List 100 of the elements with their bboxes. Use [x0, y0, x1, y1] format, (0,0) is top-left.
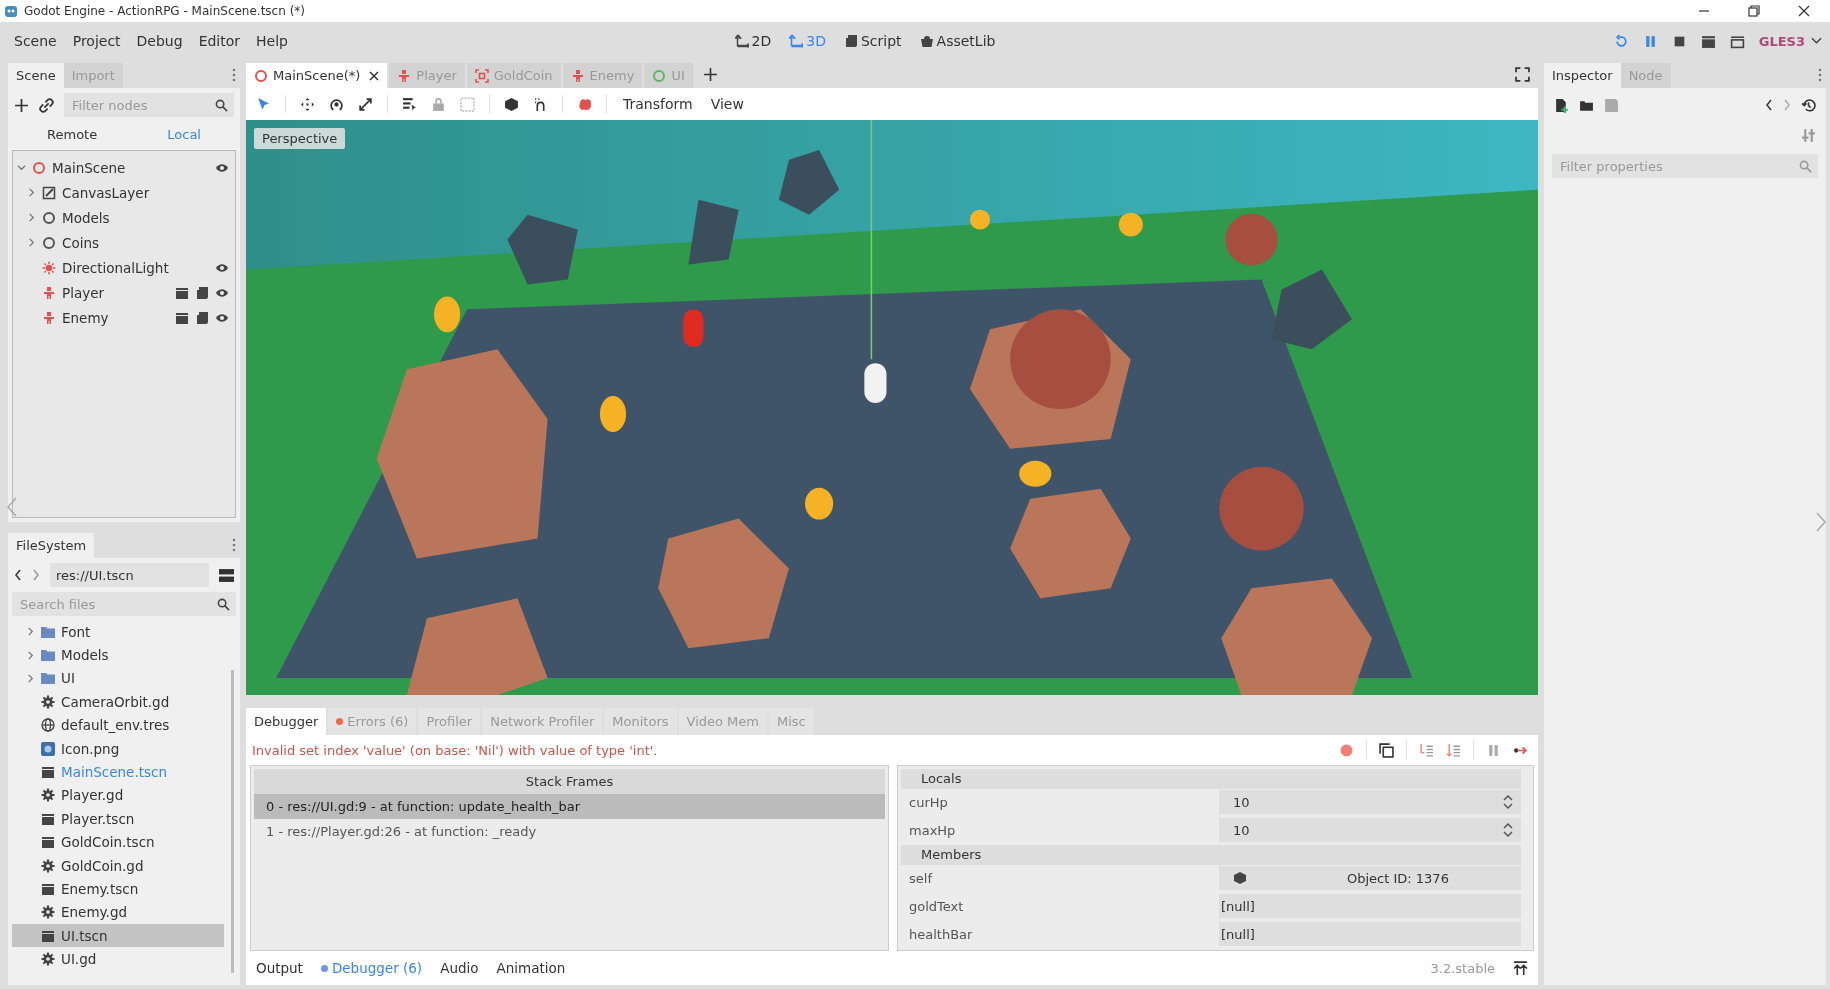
file-item[interactable]: GoldCoin.tscn	[12, 830, 224, 854]
renderer-dropdown[interactable]: GLES3	[1758, 33, 1822, 49]
mode-tab[interactable]: Remote	[47, 126, 98, 142]
filter-properties-box[interactable]: Filter properties	[1552, 154, 1818, 178]
file-item[interactable]: GoldCoin.gd	[12, 853, 224, 878]
bottom-panel-tab[interactable]: Animation	[496, 960, 566, 976]
workspace-button[interactable]: Script	[839, 29, 906, 53]
more-options-icon[interactable]	[1818, 68, 1822, 82]
file-item[interactable]: Enemy.gd	[12, 900, 224, 925]
file-name: GoldCoin.gd	[61, 857, 144, 874]
stack-frame[interactable]: 1 - res://Player.gd:26 - at function: _ready	[254, 819, 885, 844]
record-icon[interactable]	[1339, 742, 1354, 758]
expand-panel-icon[interactable]	[1513, 960, 1528, 976]
close-icon[interactable]	[1798, 5, 1810, 17]
file-item[interactable]: Player.gd	[12, 783, 224, 808]
viewport-menu[interactable]: Transform	[621, 94, 695, 114]
path-field[interactable]: res://UI.tscn	[50, 563, 209, 587]
copy-icon[interactable]	[1379, 742, 1394, 758]
variable-value[interactable]: [null]	[1219, 922, 1521, 946]
list-select-icon[interactable]	[402, 96, 417, 112]
fullscreen-icon[interactable]	[1515, 67, 1530, 82]
workspace-button[interactable]: AssetLib	[915, 29, 1000, 53]
more-options-icon[interactable]	[232, 538, 236, 552]
search-files-box[interactable]: Search files	[12, 592, 236, 616]
file-item[interactable]: CameraOrbit.gd	[12, 690, 224, 714]
scene-tree-node[interactable]: Player	[13, 280, 235, 305]
new-resource-icon[interactable]	[1554, 97, 1569, 113]
scene-tree-node[interactable]: Coins	[13, 230, 235, 255]
close-icon[interactable]	[369, 70, 380, 81]
file-item[interactable]: Icon.png	[12, 736, 224, 761]
split-view-icon[interactable]	[219, 567, 234, 583]
filter-nodes-field[interactable]: Filter nodes	[70, 94, 215, 116]
add-icon[interactable]	[702, 67, 718, 82]
back-icon[interactable]	[1765, 98, 1773, 112]
debugger-tab[interactable]: Debugger	[246, 708, 327, 735]
file-item[interactable]: Font	[12, 620, 224, 644]
script-icon[interactable]	[195, 285, 209, 300]
editor-tab[interactable]: MainScene(*)	[246, 63, 388, 88]
gear-icon	[41, 788, 55, 803]
select-cursor-icon[interactable]	[256, 96, 271, 112]
menu-item[interactable]: Debug	[130, 29, 189, 53]
file-item[interactable]: default_env.tres	[12, 713, 224, 737]
spinner-arrows-icon[interactable]	[1503, 794, 1513, 810]
add-icon[interactable]	[14, 97, 29, 113]
step-into-icon[interactable]	[1419, 742, 1434, 758]
move-icon[interactable]	[300, 96, 315, 112]
object-value[interactable]: Object ID: 1376	[1219, 866, 1521, 890]
file-name: UI	[61, 670, 75, 687]
dock-tab[interactable]: FileSystem	[8, 533, 95, 558]
rotate-icon[interactable]	[329, 96, 344, 112]
scene-tree-node[interactable]: CanvasLayer	[13, 180, 235, 205]
script-icon[interactable]	[195, 310, 209, 325]
number-spinbox[interactable]: 10	[1219, 790, 1521, 814]
bottom-panel-tab[interactable]: Audio	[440, 960, 479, 976]
restore-icon[interactable]	[1748, 5, 1760, 17]
spinner-arrows-icon[interactable]	[1503, 822, 1513, 838]
file-item[interactable]: Enemy.tscn	[12, 877, 224, 901]
file-item[interactable]: Player.tscn	[12, 807, 224, 831]
node-name: Enemy	[62, 309, 109, 326]
error-message: Invalid set index 'value' (on base: 'Nil') with value of type 'int'.	[251, 742, 658, 758]
file-item[interactable]: UI	[12, 666, 224, 691]
character-icon	[397, 68, 412, 83]
back-icon[interactable]	[14, 568, 22, 582]
bottom-panel-tab[interactable]: Debugger (6)	[320, 960, 423, 976]
filter-properties-field[interactable]: Filter properties	[1558, 155, 1799, 177]
dock-tab[interactable]: Inspector	[1544, 63, 1621, 88]
file-item[interactable]: UI.tscn	[12, 924, 224, 948]
history-icon[interactable]	[1801, 97, 1816, 113]
search-files-field[interactable]: Search files	[18, 593, 217, 615]
variable-value[interactable]: [null]	[1219, 894, 1521, 918]
menu-item[interactable]: Scene	[8, 29, 63, 53]
play-scene-icon[interactable]	[1700, 33, 1716, 49]
scene-tree-node[interactable]: Enemy	[13, 305, 235, 330]
scene-tree-node[interactable]: MainScene	[13, 155, 235, 180]
more-options-icon[interactable]	[232, 68, 236, 82]
file-item[interactable]: UI.gd	[12, 947, 224, 971]
bottom-panel-tab[interactable]: Output	[256, 960, 303, 976]
perspective-button[interactable]: Perspective	[254, 128, 346, 149]
step-over-icon[interactable]	[1446, 742, 1461, 758]
clapperboard-icon[interactable]	[175, 285, 189, 300]
cube-icon[interactable]	[504, 96, 519, 112]
file-item[interactable]: Models	[12, 643, 224, 667]
stack-frame[interactable]: 0 - res://UI.gd:9 - at function: update_health_bar	[254, 794, 885, 819]
link-icon[interactable]	[39, 97, 54, 113]
reload-icon[interactable]	[1613, 33, 1629, 49]
scene-tree-node[interactable]: Models	[13, 205, 235, 230]
particles-icon[interactable]	[577, 96, 592, 112]
number-spinbox[interactable]: 10	[1219, 818, 1521, 842]
play-custom-scene-icon[interactable]	[1729, 33, 1745, 49]
scene-tree-node[interactable]: DirectionalLight	[13, 255, 235, 280]
dock-tab[interactable]: Scene	[8, 63, 64, 88]
cube-icon	[1233, 871, 1247, 885]
menu-item[interactable]: Project	[66, 29, 127, 53]
filter-nodes-box[interactable]: Filter nodes	[64, 93, 234, 117]
workspace-button[interactable]: 2D	[730, 29, 776, 53]
clapperboard-icon[interactable]	[175, 310, 189, 325]
scale-icon[interactable]	[358, 96, 373, 112]
menu-item[interactable]: Help	[250, 29, 294, 53]
viewport-menu[interactable]: View	[708, 94, 746, 114]
menu-item[interactable]: Editor	[192, 29, 247, 53]
